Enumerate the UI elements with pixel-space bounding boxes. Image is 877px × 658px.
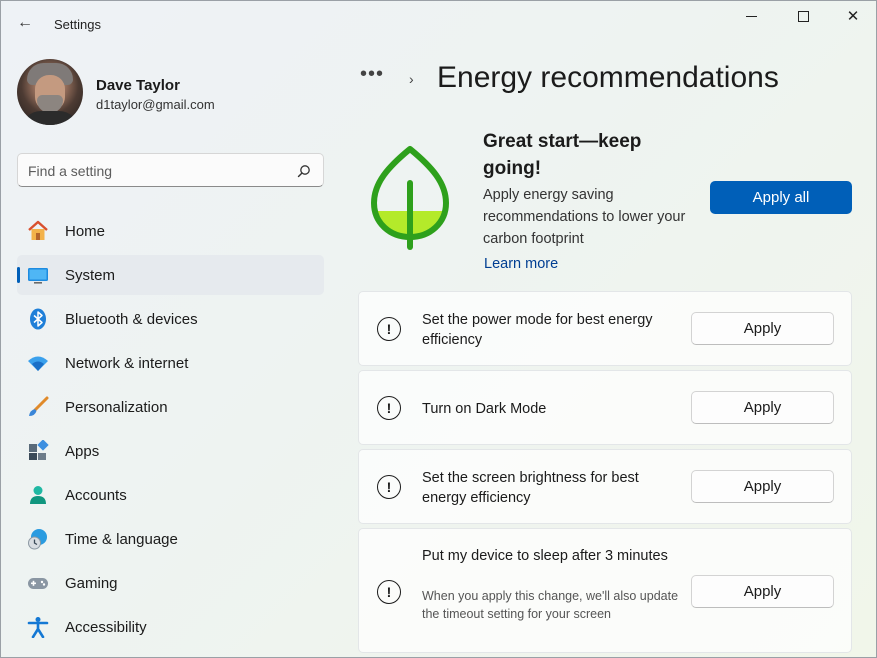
apply-brightness-button[interactable]: Apply [691, 470, 834, 503]
sidebar-item-accessibility[interactable]: Accessibility [17, 607, 324, 647]
sidebar-item-system[interactable]: System [17, 255, 324, 295]
sidebar-item-label: Accounts [65, 487, 127, 504]
recommendation-title: Put my device to sleep after 3 minutes [422, 548, 668, 564]
sidebar-item-label: Bluetooth & devices [65, 311, 198, 328]
maximize-button[interactable] [780, 5, 826, 27]
maximize-icon [797, 10, 809, 22]
hero-title: Great start—keep going! [483, 131, 642, 179]
sidebar-item-label: Network & internet [65, 355, 189, 372]
hero-description: Apply energy saving recommendations to l… [483, 187, 686, 247]
apply-sleep-button[interactable]: Apply [691, 575, 834, 608]
sidebar-nav: Home System Bluetooth & devices Network … [17, 211, 324, 651]
system-icon [27, 264, 49, 286]
sidebar-item-label: System [65, 267, 116, 284]
search-box[interactable] [17, 153, 324, 187]
sidebar-item-label: Apps [65, 443, 100, 460]
breadcrumb-chevron-icon: › [409, 71, 414, 87]
sidebar-item-label: Time & language [65, 531, 178, 548]
app-title: Settings [54, 17, 101, 32]
clock-globe-icon [27, 528, 49, 550]
gamepad-icon [27, 572, 49, 594]
recommendation-card-brightness: ! Set the screen brightness for best ene… [358, 449, 852, 524]
sidebar-item-apps[interactable]: Apps [17, 431, 324, 471]
search-icon[interactable] [297, 164, 311, 178]
accessibility-icon [27, 616, 49, 638]
sidebar-item-time-language[interactable]: Time & language [17, 519, 324, 559]
recommendation-subtitle: When you apply this change, we'll also u… [422, 589, 679, 621]
wifi-icon [27, 352, 49, 374]
sidebar-item-home[interactable]: Home [17, 211, 324, 251]
home-icon [27, 220, 49, 242]
apply-all-button[interactable]: Apply all [710, 181, 852, 214]
user-name: Dave Taylor [96, 77, 180, 94]
avatar[interactable] [17, 59, 83, 125]
info-alert-icon: ! [377, 317, 401, 341]
apply-power-mode-button[interactable]: Apply [691, 312, 834, 345]
settings-window: ← Settings ✕ Dave Taylor d1taylor@gmail.… [0, 0, 877, 658]
close-icon: ✕ [846, 8, 860, 25]
recommendation-card-dark-mode: ! Turn on Dark Mode Apply [358, 370, 852, 445]
recommendation-card-power-mode: ! Set the power mode for best energy eff… [358, 291, 852, 366]
sidebar-item-personalization[interactable]: Personalization [17, 387, 324, 427]
minimize-button[interactable] [728, 5, 774, 27]
apps-icon [27, 440, 49, 462]
search-input[interactable] [28, 160, 288, 182]
sidebar-item-label: Accessibility [65, 619, 147, 636]
leaf-icon [371, 146, 449, 250]
recommendation-card-sleep: ! Put my device to sleep after 3 minutes… [358, 528, 852, 653]
page-title: Energy recommendations [437, 61, 779, 94]
back-button[interactable]: ← [11, 11, 39, 35]
info-alert-icon: ! [377, 396, 401, 420]
info-alert-icon: ! [377, 475, 401, 499]
bluetooth-icon [27, 308, 49, 330]
recommendation-title: Set the power mode for best energy effic… [422, 312, 653, 348]
info-alert-icon: ! [377, 580, 401, 604]
user-email: d1taylor@gmail.com [96, 97, 215, 112]
breadcrumb-overflow-button[interactable]: ••• [360, 64, 390, 89]
brush-icon [27, 396, 49, 418]
sidebar-item-network[interactable]: Network & internet [17, 343, 324, 383]
sidebar-item-label: Home [65, 223, 106, 240]
sidebar-item-label: Gaming [65, 575, 118, 592]
close-button[interactable]: ✕ [830, 5, 876, 27]
sidebar-item-label: Personalization [65, 399, 168, 416]
sidebar-item-gaming[interactable]: Gaming [17, 563, 324, 603]
learn-more-link[interactable]: Learn more [484, 256, 558, 272]
minimize-icon [745, 15, 757, 17]
recommendation-title: Set the screen brightness for best energ… [422, 470, 639, 506]
back-arrow-icon: ← [17, 14, 33, 31]
recommendation-title: Turn on Dark Mode [422, 401, 547, 417]
apply-dark-mode-button[interactable]: Apply [691, 391, 834, 424]
account-icon [27, 484, 49, 506]
sidebar-item-bluetooth[interactable]: Bluetooth & devices [17, 299, 324, 339]
sidebar-item-accounts[interactable]: Accounts [17, 475, 324, 515]
title-bar: ← Settings ✕ [1, 1, 877, 45]
